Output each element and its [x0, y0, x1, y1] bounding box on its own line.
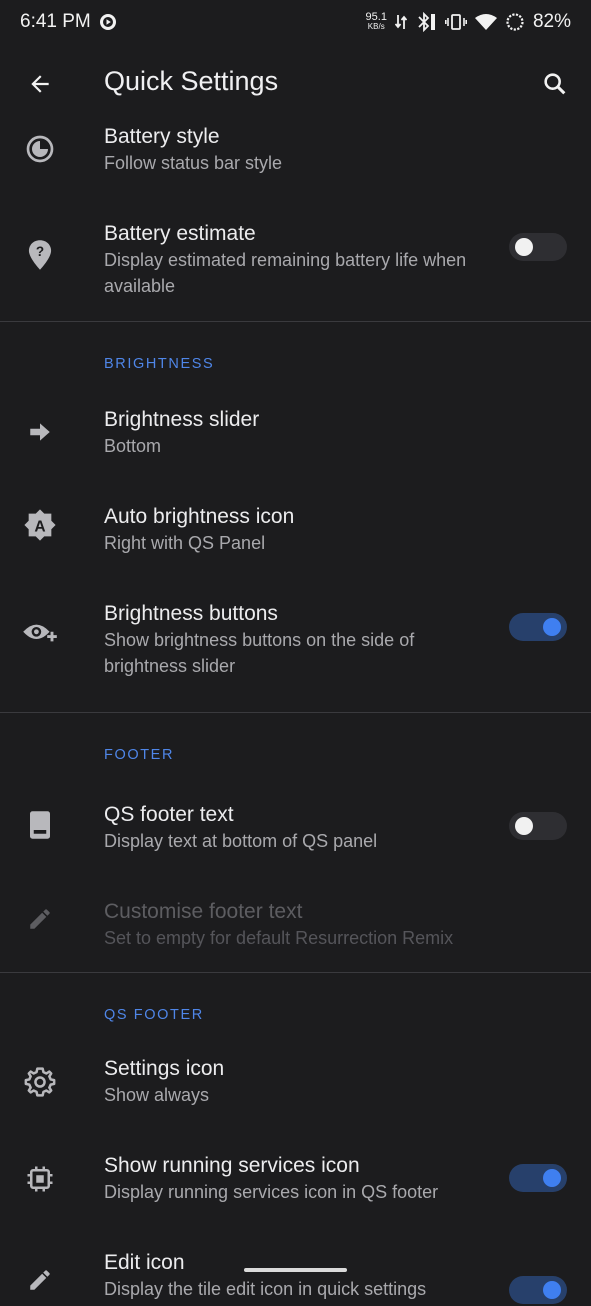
search-button[interactable]: [535, 64, 575, 104]
eye-plus-icon: [20, 613, 60, 653]
vibrate-icon: [444, 13, 467, 31]
arrow-right-icon: [20, 412, 60, 452]
pref-title: QS footer text: [104, 803, 234, 826]
pref-title: Battery estimate: [104, 222, 256, 245]
battery-circle-icon: [505, 12, 525, 32]
page-title: Quick Settings: [104, 66, 279, 96]
section-header-brightness: BRIGHTNESS: [0, 322, 591, 394]
pencil-icon: [20, 899, 60, 939]
pref-title: Brightness slider: [104, 408, 260, 431]
status-bar: 6:41 PM 95.1 KB/s 82%: [0, 0, 591, 44]
section-title: BRIGHTNESS: [104, 356, 215, 372]
gear-icon: [20, 1062, 60, 1102]
battery-percent: 82%: [532, 11, 571, 32]
chip-icon: [20, 1159, 60, 1199]
pref-title: Show running services icon: [104, 1154, 360, 1177]
toggle-knob: [515, 238, 533, 256]
pref-summary: Display estimated remaining battery life…: [104, 250, 467, 296]
pref-settings-icon[interactable]: Settings icon Show always: [0, 1052, 591, 1149]
search-icon: [544, 73, 566, 95]
svg-text:A: A: [34, 518, 45, 535]
toggle-knob: [515, 817, 533, 835]
back-button[interactable]: [20, 64, 60, 104]
svg-text:?: ?: [36, 244, 44, 259]
pref-title: Edit icon: [104, 1251, 185, 1274]
section-header-footer: FOOTER: [0, 713, 591, 785]
toggle-knob: [543, 1169, 561, 1187]
pref-auto-brightness-icon[interactable]: A Auto brightness icon Right with QS Pan…: [0, 491, 591, 588]
arrow-left-icon: [31, 75, 49, 93]
section-header-qs-footer: QS FOOTER: [0, 973, 591, 1052]
pref-summary: Display running services icon in QS foot…: [104, 1182, 439, 1202]
pref-customise-footer-text[interactable]: Customise footer text Set to empty for d…: [0, 882, 591, 978]
qs-footer-text-toggle[interactable]: [509, 812, 567, 840]
wifi-icon: [474, 13, 497, 31]
running-services-toggle[interactable]: [509, 1164, 567, 1192]
toggle-knob: [543, 1281, 561, 1299]
toggle-knob: [543, 618, 561, 636]
pref-brightness-slider[interactable]: Brightness slider Bottom: [0, 394, 591, 491]
pref-summary: Display text at bottom of QS panel: [104, 831, 378, 851]
pref-summary: Follow status bar style: [104, 153, 283, 173]
location-question-icon: ?: [20, 235, 60, 275]
pref-title: Brightness buttons: [104, 602, 278, 625]
media-icon: [99, 13, 117, 31]
pref-title: Customise footer text: [104, 900, 303, 923]
battery-estimate-toggle[interactable]: [509, 233, 567, 261]
pref-summary: Show brightness buttons on the side of b…: [104, 630, 415, 676]
net-speed-unit: KB/s: [367, 22, 385, 31]
pref-summary: Right with QS Panel: [104, 533, 266, 553]
pref-title: Settings icon: [104, 1057, 225, 1080]
data-arrows-icon: [394, 13, 407, 31]
tablet-icon: [20, 805, 60, 845]
pref-title: Battery style: [104, 125, 220, 148]
pref-summary: Show always: [104, 1085, 210, 1105]
status-time: 6:41 PM: [20, 11, 91, 32]
pref-summary: Set to empty for default Resurrection Re…: [104, 928, 454, 948]
auto-brightness-icon: A: [20, 505, 60, 545]
pref-qs-footer-text[interactable]: QS footer text Display text at bottom of…: [0, 785, 591, 882]
brightness-buttons-toggle[interactable]: [509, 613, 567, 641]
section-title: FOOTER: [104, 747, 175, 763]
app-bar: Quick Settings: [0, 44, 591, 124]
pref-battery-style[interactable]: Battery style Follow status bar style: [0, 124, 591, 180]
pref-brightness-buttons[interactable]: Brightness buttons Show brightness butto…: [0, 588, 591, 712]
section-title: QS FOOTER: [104, 1007, 204, 1023]
gesture-nav-handle[interactable]: [244, 1268, 347, 1272]
net-speed: 95.1 KB/s: [365, 11, 387, 32]
pref-edit-icon[interactable]: Edit icon Display the tile edit icon in …: [0, 1246, 591, 1306]
edit-icon-toggle[interactable]: [509, 1276, 567, 1304]
pref-title: Auto brightness icon: [104, 505, 295, 528]
pref-running-services-icon[interactable]: Show running services icon Display runni…: [0, 1149, 591, 1246]
battery-style-icon: [20, 129, 60, 169]
net-speed-value: 95.1: [365, 11, 387, 23]
pencil-icon: [20, 1260, 60, 1300]
settings-list: Battery style Follow status bar style ? …: [0, 124, 591, 1306]
pref-summary: Bottom: [104, 436, 162, 456]
bluetooth-icon: [415, 12, 437, 32]
pref-battery-estimate[interactable]: ? Battery estimate Display estimated rem…: [0, 180, 591, 321]
